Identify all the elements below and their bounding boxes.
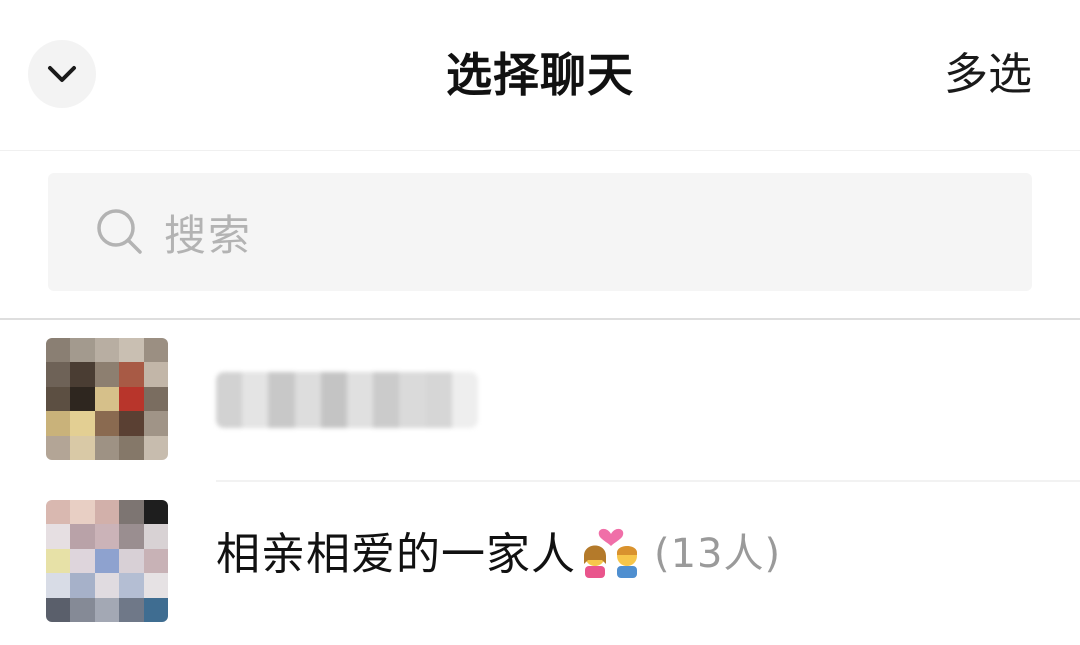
chat-list: 相亲相爱的一家人 (13人) <box>0 320 1080 645</box>
header-bar: 选择聊天 多选 <box>0 0 1080 150</box>
multi-select-button[interactable]: 多选 <box>944 45 1032 105</box>
member-count: (13人) <box>654 531 782 577</box>
page-title: 选择聊天 <box>446 48 634 102</box>
search-placeholder: 搜索 <box>164 210 253 260</box>
chat-row[interactable] <box>0 320 1080 482</box>
couple-with-heart-icon <box>580 522 642 578</box>
chevron-down-icon <box>48 66 76 82</box>
chat-row[interactable]: 相亲相爱的一家人 (13人) <box>0 482 1080 642</box>
search-icon <box>94 206 146 258</box>
search-area: 搜索 <box>0 151 1080 318</box>
obscured-chat-name <box>216 372 478 428</box>
collapse-button[interactable] <box>28 40 96 108</box>
chat-name: 相亲相爱的一家人 <box>216 529 576 580</box>
avatar <box>46 500 168 622</box>
avatar <box>46 338 168 460</box>
search-input[interactable]: 搜索 <box>48 173 1032 291</box>
